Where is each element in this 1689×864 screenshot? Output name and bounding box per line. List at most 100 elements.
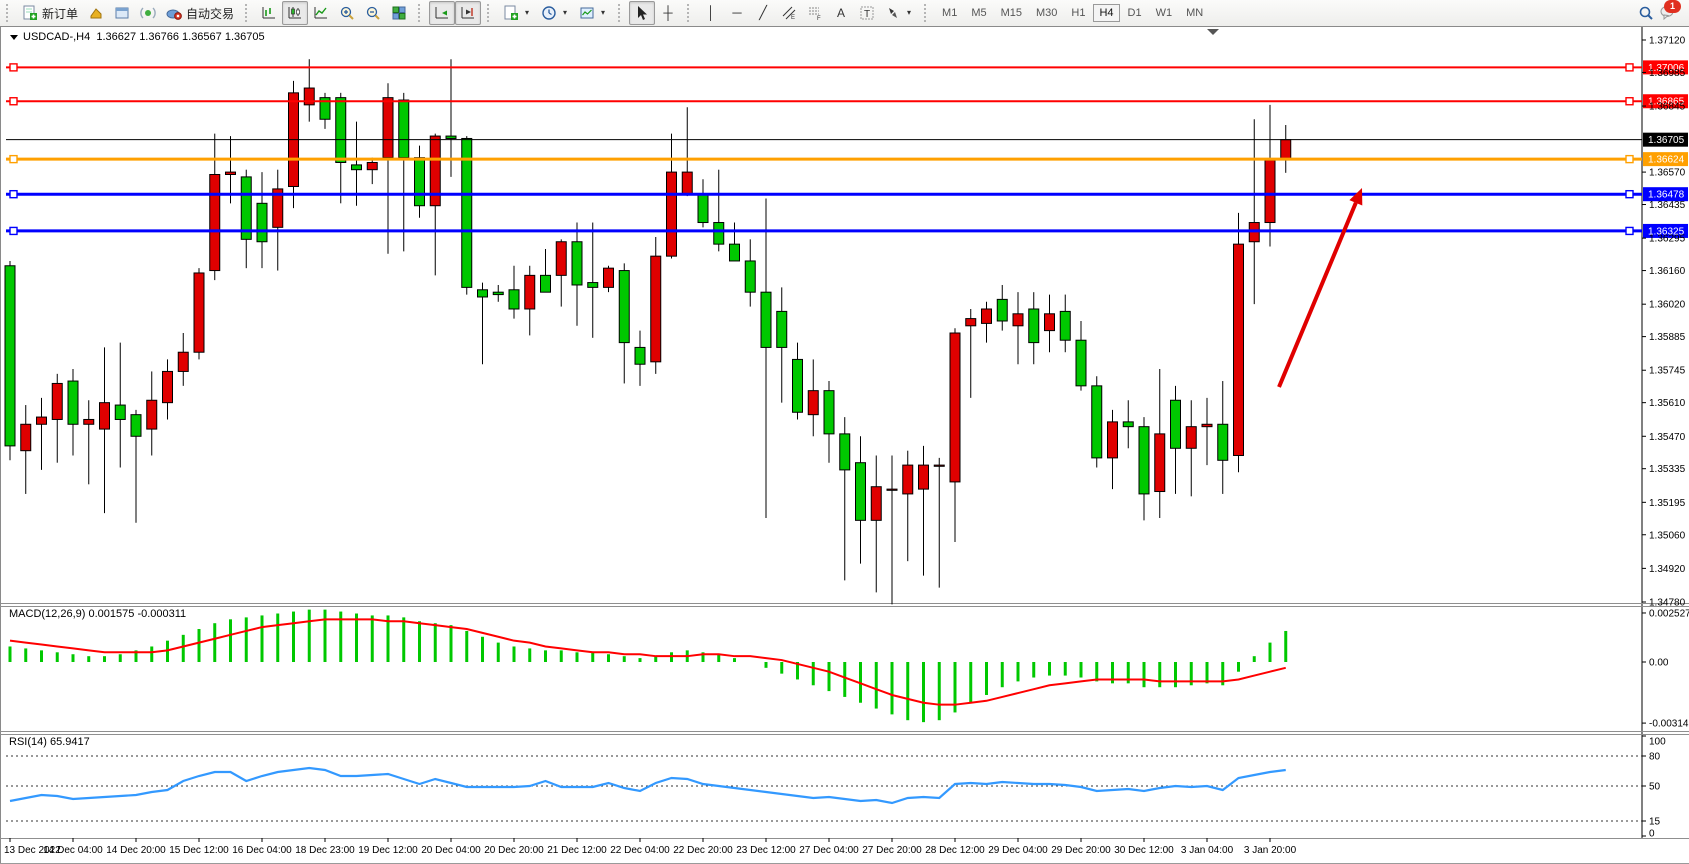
line-handle[interactable] xyxy=(1626,227,1633,234)
time-axis-label: 28 Dec 12:00 xyxy=(925,845,985,856)
svg-text:E: E xyxy=(791,15,795,21)
timeframe-mn[interactable]: MN xyxy=(1180,4,1209,22)
timeframe-m15[interactable]: M15 xyxy=(995,4,1028,22)
candle-body xyxy=(1108,422,1118,458)
new-order-button[interactable]: 新订单 xyxy=(17,1,83,25)
price-axis-label: 1.35470 xyxy=(1649,432,1686,443)
toolbar-grip[interactable] xyxy=(687,4,694,22)
time-axis-label: 27 Dec 04:00 xyxy=(799,845,859,856)
new-order-label: 新订单 xyxy=(42,5,78,22)
chart-shift-marker[interactable] xyxy=(1207,29,1219,35)
toolbar-grip[interactable] xyxy=(245,4,252,22)
candle-body xyxy=(1029,309,1039,343)
candle-body xyxy=(115,405,125,419)
timeframe-m5[interactable]: M5 xyxy=(965,4,992,22)
price-axis-label: 1.35745 xyxy=(1649,366,1686,377)
chart-symbol: USDCAD-,H4 xyxy=(23,31,90,43)
candle-body xyxy=(934,465,944,466)
data-window-button[interactable] xyxy=(109,1,135,25)
period-button[interactable]: ▾ xyxy=(536,1,574,25)
toolbar-grip[interactable] xyxy=(418,4,425,22)
line-chart-button[interactable] xyxy=(308,1,334,25)
candle-body xyxy=(982,309,992,323)
macd-value-signal: -0.000311 xyxy=(137,608,186,620)
toolbar-grip[interactable] xyxy=(618,4,625,22)
line-handle[interactable] xyxy=(1626,156,1633,163)
auto-trading-label: 自动交易 xyxy=(186,5,234,22)
signals-button[interactable] xyxy=(135,1,161,25)
horizontal-line-tool[interactable]: ─ xyxy=(724,1,750,25)
time-axis-label: 3 Jan 20:00 xyxy=(1244,845,1297,856)
price-tag-value: 1.36624 xyxy=(1648,155,1685,166)
timeframe-w1[interactable]: W1 xyxy=(1150,4,1179,22)
line-handle[interactable] xyxy=(10,98,17,105)
candle-body xyxy=(84,419,94,424)
toolbar-grip[interactable] xyxy=(6,4,13,22)
candle-body xyxy=(509,290,519,309)
candle-body xyxy=(147,400,157,429)
channel-tool[interactable]: E xyxy=(776,1,802,25)
time-axis-label: 30 Dec 12:00 xyxy=(1114,845,1174,856)
candle-body xyxy=(635,347,645,364)
tile-windows-button[interactable] xyxy=(386,1,412,25)
time-axis-label: 29 Dec 04:00 xyxy=(988,845,1048,856)
text-label-tool[interactable]: T xyxy=(854,1,880,25)
candle-body xyxy=(1060,311,1070,340)
trendline-tool[interactable]: ╱ xyxy=(750,1,776,25)
crosshair-button[interactable]: ┼ xyxy=(655,1,681,25)
candle-body xyxy=(478,290,488,297)
candle-body xyxy=(1265,160,1275,222)
candlestick-chart-button[interactable] xyxy=(282,1,308,25)
time-axis-label: 3 Jan 04:00 xyxy=(1181,845,1234,856)
timeframe-d1[interactable]: D1 xyxy=(1122,4,1148,22)
line-handle[interactable] xyxy=(1626,191,1633,198)
symbol-dropdown-icon[interactable] xyxy=(10,35,18,40)
timeframe-h1[interactable]: H1 xyxy=(1065,4,1091,22)
candle-body xyxy=(588,283,598,288)
text-label-icon: T xyxy=(859,5,875,21)
market-watch-button[interactable] xyxy=(83,1,109,25)
candle-body xyxy=(210,174,220,270)
time-axis-label: 23 Dec 12:00 xyxy=(736,845,796,856)
line-handle[interactable] xyxy=(10,227,17,234)
line-handle[interactable] xyxy=(1626,98,1633,105)
time-axis-label: 27 Dec 20:00 xyxy=(862,845,922,856)
timeframe-h4[interactable]: H4 xyxy=(1093,4,1119,22)
line-handle[interactable] xyxy=(10,156,17,163)
chart-area[interactable]: 1.370061.368651.367051.366241.364781.363… xyxy=(0,0,1689,863)
line-handle[interactable] xyxy=(10,64,17,71)
macd-name: MACD(12,26,9) xyxy=(9,608,85,620)
line-handle[interactable] xyxy=(1626,64,1633,71)
candle-body xyxy=(304,88,314,105)
candle-body xyxy=(352,165,362,170)
bar-chart-button[interactable] xyxy=(256,1,282,25)
arrows-tool[interactable]: ▾ xyxy=(880,1,918,25)
text-tool[interactable]: A xyxy=(828,1,854,25)
svg-text:T: T xyxy=(864,9,870,20)
price-axis-label: 1.37120 xyxy=(1649,36,1686,47)
zoom-out-button[interactable] xyxy=(360,1,386,25)
chart-shift-button[interactable] xyxy=(455,1,481,25)
templates-button[interactable]: ▾ xyxy=(574,1,612,25)
timeframe-m1[interactable]: M1 xyxy=(936,4,963,22)
candle-body xyxy=(840,434,850,470)
tile-windows-icon xyxy=(391,5,407,21)
toolbar-grip[interactable] xyxy=(924,4,931,22)
candle-body xyxy=(730,244,740,261)
cursor-button[interactable] xyxy=(629,1,655,25)
price-tag-value: 1.36705 xyxy=(1648,135,1685,146)
chat-button[interactable]: 1 xyxy=(1659,4,1675,23)
bar-high: 1.36766 xyxy=(139,31,179,43)
fibonacci-tool[interactable]: F xyxy=(802,1,828,25)
auto-scroll-button[interactable] xyxy=(429,1,455,25)
zoom-in-button[interactable] xyxy=(334,1,360,25)
toolbar-grip[interactable] xyxy=(487,4,494,22)
timeframe-m30[interactable]: M30 xyxy=(1030,4,1063,22)
line-handle[interactable] xyxy=(10,191,17,198)
auto-trading-button[interactable]: 自动交易 xyxy=(161,1,239,25)
vertical-line-tool[interactable]: │ xyxy=(698,1,724,25)
new-chart-button[interactable]: ▾ xyxy=(498,1,536,25)
candle-body xyxy=(761,292,771,347)
search-button[interactable] xyxy=(1633,1,1659,25)
svg-text:F: F xyxy=(817,16,821,21)
